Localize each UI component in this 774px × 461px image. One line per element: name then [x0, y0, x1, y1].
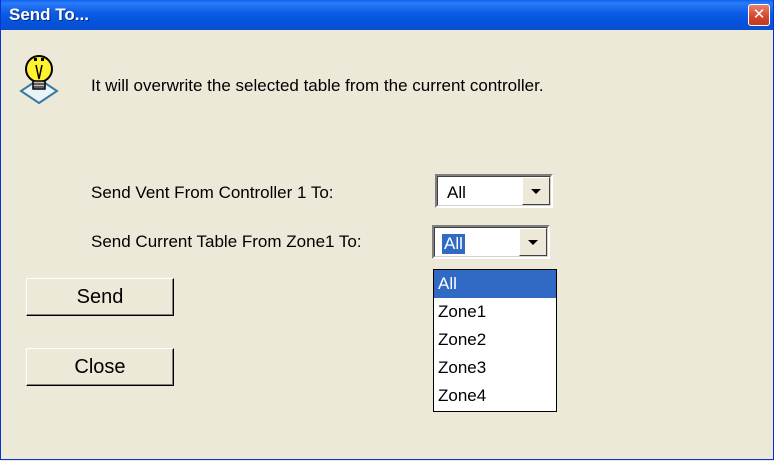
info-lightbulb-icon — [19, 55, 59, 105]
close-window-button[interactable]: ✕ — [748, 4, 770, 26]
send-button[interactable]: Send — [26, 278, 174, 316]
dropdown-option-all[interactable]: All — [434, 270, 556, 298]
chevron-down-icon[interactable] — [519, 228, 547, 256]
window-title: Send To... — [9, 5, 89, 24]
send-to-dialog: Send To... ✕ It will overwrite the selec… — [0, 0, 774, 460]
table-destination-dropdown-list[interactable]: All Zone1 Zone2 Zone3 Zone4 — [433, 269, 557, 412]
vent-destination-combobox[interactable]: All — [435, 174, 553, 208]
table-destination-value: All — [442, 234, 465, 254]
dropdown-option-zone2[interactable]: Zone2 — [434, 326, 556, 354]
dropdown-option-zone3[interactable]: Zone3 — [434, 354, 556, 382]
vent-destination-label: Send Vent From Controller 1 To: — [91, 183, 334, 202]
vent-destination-value: All — [447, 183, 466, 202]
dropdown-option-zone4[interactable]: Zone4 — [434, 382, 556, 410]
table-destination-label: Send Current Table From Zone1 To: — [91, 232, 362, 251]
dropdown-option-zone1[interactable]: Zone1 — [434, 298, 556, 326]
close-button[interactable]: Close — [26, 348, 174, 386]
title-bar[interactable]: Send To... ✕ — [1, 0, 773, 30]
table-destination-combobox[interactable]: All — [432, 225, 550, 259]
chevron-down-icon[interactable] — [522, 177, 550, 205]
warning-message: It will overwrite the selected table fro… — [91, 76, 544, 95]
